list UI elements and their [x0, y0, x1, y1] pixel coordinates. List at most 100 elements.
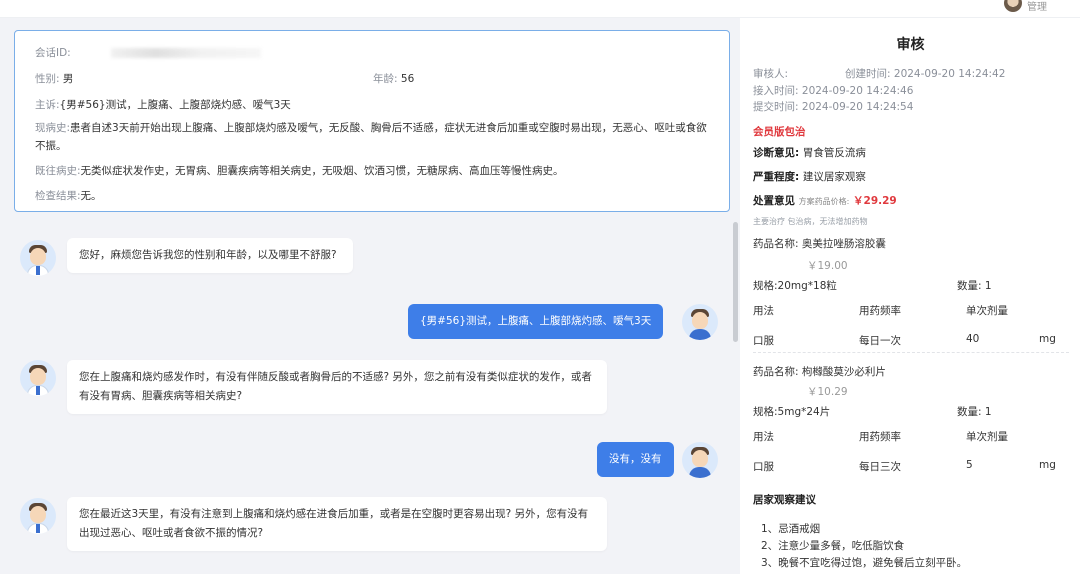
- main-treatment-row: 主要治疗 包治病，无法增加药物: [753, 216, 868, 227]
- session-id-redacted: [110, 48, 261, 58]
- drug-name-label: 药品名称:: [753, 238, 799, 250]
- accepted-row: 接入时间: 2024-09-20 14:24:46: [753, 83, 913, 98]
- complaint-row: 主诉:{男#56}测试，上腹痛、上腹部烧灼感、嗳气3天: [35, 97, 291, 112]
- package-badge: 会员版包治: [753, 126, 806, 138]
- session-id-row: 会话ID:: [35, 45, 261, 60]
- col-dose: 单次剂量: [966, 305, 1008, 317]
- exam-row: 检查结果:无。: [35, 188, 102, 203]
- present-history-label: 现病史:: [35, 122, 71, 134]
- diagnosis-value: 胃食管反流病: [802, 147, 866, 159]
- drug-name: 枸橼酸莫沙必利片: [801, 366, 886, 378]
- drug-dose: 5: [966, 459, 973, 471]
- age-label: 年龄:: [373, 73, 398, 85]
- chat-message-patient: {男#56}测试，上腹痛、上腹部烧灼感、嗳气3天: [408, 304, 664, 339]
- top-bar: 管理: [0, 0, 1080, 18]
- drug-qty-row: 数量: 1: [957, 278, 992, 293]
- created-value: 2024-09-20 14:24:42: [893, 68, 1006, 80]
- diagnosis-label: 诊断意见:: [753, 147, 800, 159]
- submitted-value: 2024-09-20 14:24:54: [801, 101, 914, 113]
- drug-divider: [753, 352, 1069, 353]
- consultation-panel: 会话ID: 性别: 男 年龄: 56 主诉:{男#56}测试，上腹痛、上腹部烧灼…: [0, 18, 740, 574]
- patient-avatar: [682, 442, 718, 478]
- col-frequency: 用药频率: [859, 305, 901, 317]
- drug-name-row: 药品名称: 奥美拉唑肠溶胶囊: [753, 236, 886, 251]
- past-history-label: 既往病史:: [35, 165, 81, 177]
- drug-spec-row: 规格:5mg*24片: [753, 404, 830, 419]
- drug-qty: 1: [984, 280, 992, 292]
- review-panel: 审核 审核人: 创建时间: 2024-09-20 14:24:42 接入时间: …: [741, 18, 1080, 574]
- reviewer-row: 审核人:: [753, 66, 788, 81]
- drug-spec-row: 规格:20mg*18粒: [753, 278, 837, 293]
- main-treatment-note: 包治病，无法增加药物: [787, 217, 868, 226]
- drug-usage: 口服: [753, 335, 774, 347]
- exam-label: 检查结果:: [35, 190, 81, 202]
- severity-value: 建议居家观察: [802, 171, 866, 183]
- drug-qty-row: 数量: 1: [957, 404, 992, 419]
- drug-spec: 5mg*24片: [777, 406, 831, 418]
- col-frequency: 用药频率: [859, 431, 901, 443]
- drug-name: 奥美拉唑肠溶胶囊: [801, 238, 886, 250]
- chat-message-doctor: 您在上腹痛和烧灼感发作时，有没有伴随反酸或者胸骨后的不适感? 另外，您之前有没有…: [67, 360, 607, 414]
- reviewer-label: 审核人:: [753, 68, 789, 80]
- gender-row: 性别: 男: [35, 71, 73, 86]
- chat-scrollbar[interactable]: [733, 222, 738, 342]
- doctor-avatar: [20, 360, 56, 396]
- advice-item: 3、晚餐不宜吃得过饱，避免餐后立刻平卧。: [761, 557, 968, 569]
- exam-value: 无。: [80, 190, 102, 202]
- complaint-label: 主诉:: [35, 99, 60, 111]
- username[interactable]: 管理: [1027, 0, 1047, 13]
- col-dose: 单次剂量: [966, 431, 1008, 443]
- accepted-value: 2024-09-20 14:24:46: [801, 85, 914, 97]
- submitted-row: 提交时间: 2024-09-20 14:24:54: [753, 99, 913, 114]
- drug-dose: 40: [966, 333, 980, 345]
- chat-message-doctor: 您好，麻烦您告诉我您的性别和年龄，以及哪里不舒服?: [67, 238, 353, 273]
- drug-dose-unit: mg: [1039, 333, 1056, 345]
- past-history-value: 无类似症状发作史，无胃病、胆囊疾病等相关病史，无吸烟、饮酒习惯，无糖尿病、高血压…: [80, 165, 564, 177]
- severity-row: 严重程度: 建议居家观察: [753, 169, 866, 184]
- drug-dose-unit: mg: [1039, 459, 1056, 471]
- chat-message-patient: 没有，没有: [597, 442, 674, 477]
- treatment-label: 处置意见: [753, 195, 795, 207]
- spec-label: 规格:: [753, 280, 778, 292]
- drug-name-row: 药品名称: 枸橼酸莫沙必利片: [753, 364, 886, 379]
- col-usage: 用法: [753, 431, 774, 443]
- submitted-label: 提交时间:: [753, 101, 799, 113]
- severity-label: 严重程度:: [753, 171, 800, 183]
- drug-name-label: 药品名称:: [753, 366, 799, 378]
- price-label: 方案药品价格:: [798, 197, 850, 206]
- advice-title: 居家观察建议: [753, 494, 816, 506]
- drug-usage: 口服: [753, 461, 774, 473]
- spec-label: 规格:: [753, 406, 778, 418]
- created-row: 创建时间: 2024-09-20 14:24:42: [845, 66, 1005, 81]
- main-treatment-label: 主要治疗: [753, 217, 785, 226]
- present-history-value: 患者自述3天前开始出现上腹痛、上腹部烧灼感及嗳气，无反酸、胸骨后不适感，症状无进…: [35, 122, 707, 152]
- age-row: 年龄: 56: [373, 71, 414, 86]
- user-avatar[interactable]: [1004, 0, 1022, 12]
- chat-area: 您好，麻烦您告诉我您的性别和年龄，以及哪里不舒服? {男#56}测试，上腹痛、上…: [0, 222, 740, 574]
- complaint-value: {男#56}测试，上腹痛、上腹部烧灼感、嗳气3天: [59, 99, 291, 111]
- patient-avatar: [682, 304, 718, 340]
- drug-spec: 20mg*18粒: [777, 280, 837, 292]
- advice-item: 1、忌酒戒烟: [761, 523, 821, 535]
- age-value: 56: [400, 73, 415, 85]
- doctor-avatar: [20, 240, 56, 276]
- doctor-avatar: [20, 498, 56, 534]
- drug-price: ￥19.00: [807, 260, 848, 272]
- diagnosis-row: 诊断意见: 胃食管反流病: [753, 145, 866, 160]
- patient-info-card: 会话ID: 性别: 男 年龄: 56 主诉:{男#56}测试，上腹痛、上腹部烧灼…: [14, 30, 730, 212]
- accepted-label: 接入时间:: [753, 85, 799, 97]
- drug-frequency: 每日一次: [859, 335, 901, 347]
- past-history-row: 既往病史:无类似症状发作史，无胃病、胆囊疾病等相关病史，无吸烟、饮酒习惯，无糖尿…: [35, 163, 564, 178]
- review-title: 审核: [896, 37, 925, 53]
- drug-price: ￥10.29: [807, 386, 848, 398]
- gender-value: 男: [62, 73, 74, 85]
- drug-qty: 1: [984, 406, 992, 418]
- drug-frequency: 每日三次: [859, 461, 901, 473]
- col-usage: 用法: [753, 305, 774, 317]
- price-value: ￥29.29: [853, 195, 897, 207]
- session-id-label: 会话ID:: [35, 47, 71, 59]
- qty-label: 数量:: [957, 280, 982, 292]
- treatment-row: 处置意见 方案药品价格: ￥29.29: [753, 193, 897, 208]
- chat-message-doctor: 您在最近这3天里，有没有注意到上腹痛和烧灼感在进食后加重，或者是在空腹时更容易出…: [67, 497, 607, 551]
- advice-item: 2、注意少量多餐，吃低脂饮食: [761, 540, 905, 552]
